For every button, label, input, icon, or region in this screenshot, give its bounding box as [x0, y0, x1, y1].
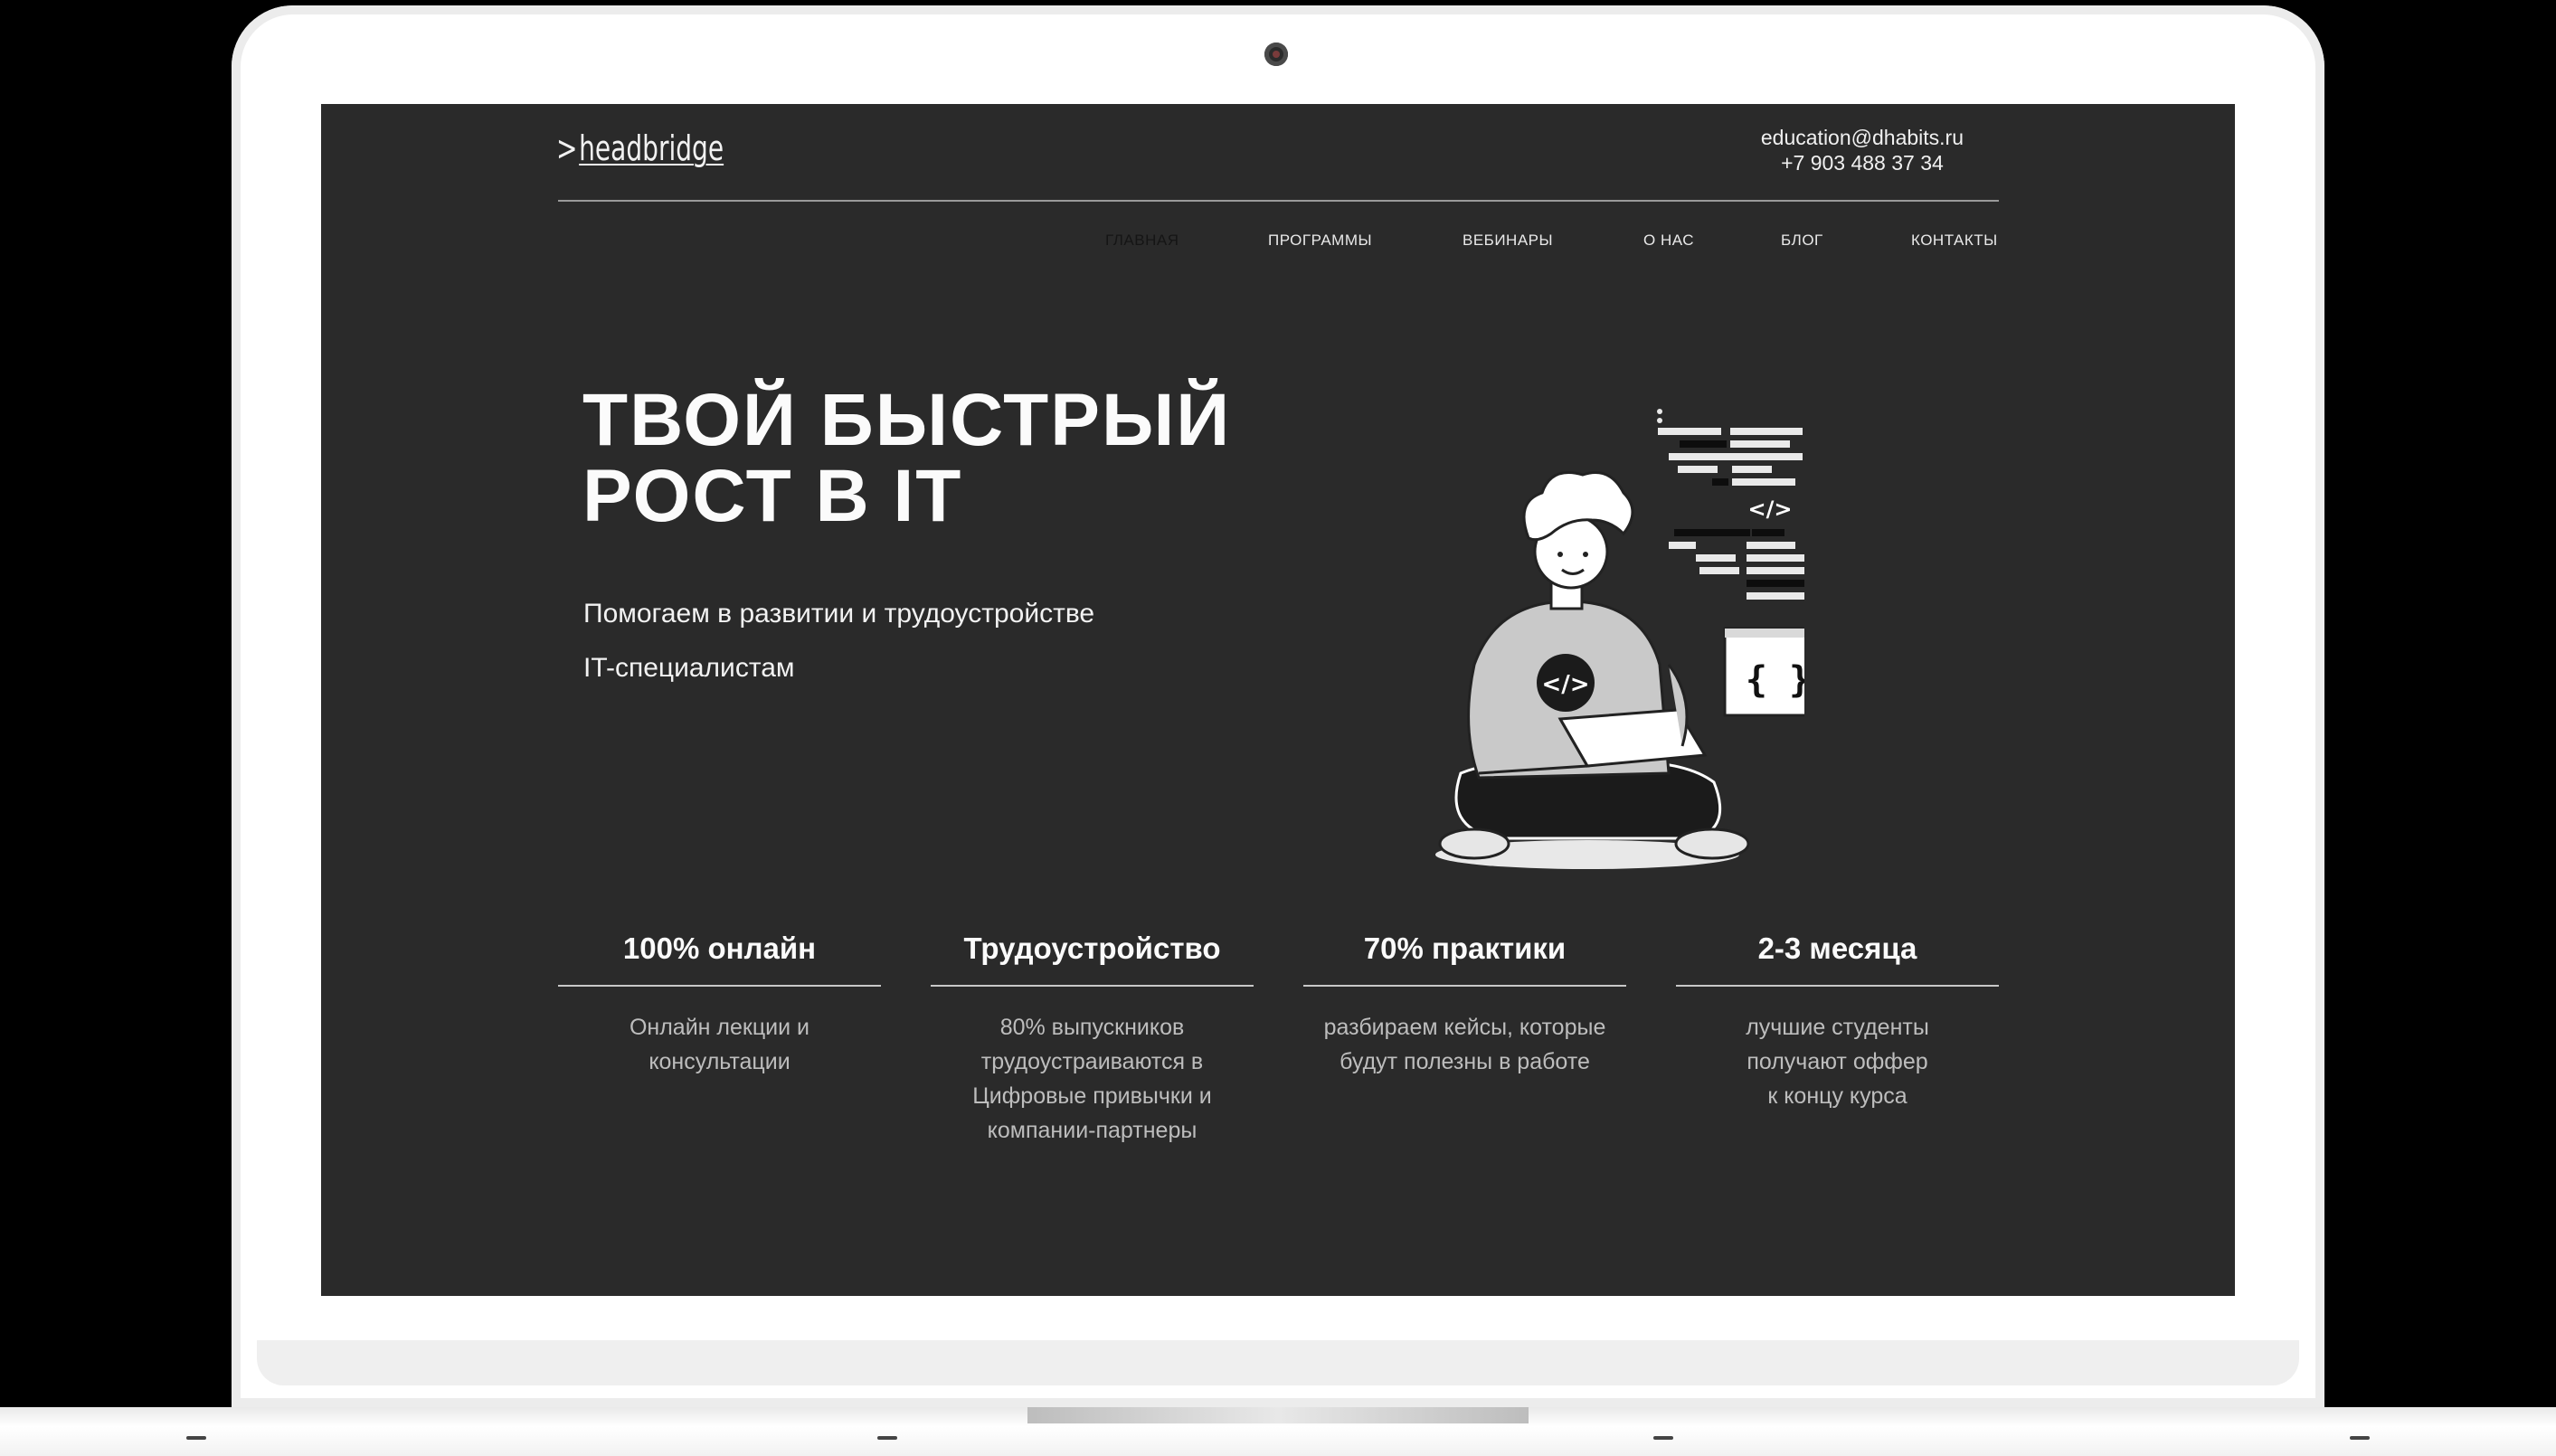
webcam-icon [1264, 43, 1288, 66]
logo-prefix: > [556, 128, 578, 168]
feature-description: 80% выпускников трудоустраиваются в Цифр… [931, 1010, 1254, 1148]
feature-divider [1676, 985, 1999, 987]
feature-desc-line: 80% выпускников [999, 1015, 1185, 1040]
feature-desc-line: консультации [648, 1049, 790, 1074]
feature-card: Трудоустройство 80% выпускников трудоуст… [931, 923, 1254, 1148]
hero-title-line: ТВОЙ БЫСТРЫЙ [582, 379, 1232, 461]
feature-description: Онлайн лекции и консультации [558, 1010, 881, 1079]
feature-desc-line: разбираем кейсы, которые [1323, 1015, 1606, 1040]
feature-description: лучшие студенты получают оффер к концу к… [1676, 1010, 1999, 1113]
svg-text:</>: </> [1541, 671, 1589, 698]
laptop-foot [877, 1436, 897, 1440]
header-divider [558, 200, 1999, 202]
laptop-hinge [1027, 1407, 1529, 1423]
laptop-bezel-bottom [257, 1340, 2299, 1385]
feature-desc-line: компании-партнеры [987, 1118, 1198, 1143]
feature-card: 70% практики разбираем кейсы, которые бу… [1303, 923, 1626, 1079]
laptop-foot [186, 1436, 206, 1440]
feature-card: 100% онлайн Онлайн лекции и консультации [558, 923, 881, 1079]
feature-desc-line: получают оффер [1747, 1049, 1928, 1074]
site-logo[interactable]: >headbridge [556, 128, 724, 168]
main-nav: ГЛАВНАЯ ПРОГРАММЫ ВЕБИНАРЫ О НАС БЛОГ КО… [321, 232, 2235, 268]
feature-desc-line: Цифровые привычки и [972, 1083, 1212, 1109]
code-tag-text: </> [1748, 496, 1793, 522]
feature-desc-line: лучшие студенты [1746, 1015, 1929, 1040]
feature-description: разбираем кейсы, которые будут полезны в… [1303, 1010, 1626, 1079]
feature-desc-line: трудоустраиваются в [980, 1049, 1204, 1074]
nav-item-about[interactable]: О НАС [1643, 232, 1694, 250]
nav-item-programs[interactable]: ПРОГРАММЫ [1268, 232, 1372, 250]
braces-text: { } [1746, 659, 1804, 701]
laptop-foot [1653, 1436, 1673, 1440]
contact-email[interactable]: education@dhabits.ru [1761, 125, 1964, 150]
developer-illustration-icon: </> </> {} [1435, 409, 1804, 869]
feature-desc-line: будут полезны в работе [1340, 1049, 1590, 1074]
hero-title: ТВОЙ БЫСТРЫЙ РОСТ В IT [582, 383, 1324, 534]
feature-title: Трудоустройство [963, 931, 1221, 965]
feature-title: 2-3 месяца [1757, 931, 1917, 965]
laptop-foot [2350, 1436, 2370, 1440]
feature-desc-line: к концу курса [1767, 1083, 1908, 1109]
header-contacts: education@dhabits.ru +7 903 488 37 34 [1761, 125, 1964, 175]
hero-subtitle: Помогаем в развитии и трудоустройстве IT… [583, 587, 1271, 695]
feature-card: 2-3 месяца лучшие студенты получают оффе… [1676, 923, 1999, 1113]
feature-desc-line: Онлайн лекции и [629, 1015, 810, 1040]
website-screen: >headbridge education@dhabits.ru +7 903 … [321, 104, 2235, 1296]
feature-divider [931, 985, 1254, 987]
logo-text: headbridge [579, 128, 724, 168]
hero-subtitle-line: IT-специалистам [583, 653, 795, 683]
feature-divider [558, 985, 881, 987]
nav-item-home[interactable]: ГЛАВНАЯ [1105, 232, 1179, 250]
nav-item-blog[interactable]: БЛОГ [1781, 232, 1823, 250]
nav-item-contacts[interactable]: КОНТАКТЫ [1911, 232, 1998, 250]
features-section: 100% онлайн Онлайн лекции и консультации… [558, 923, 2000, 1267]
contact-phone[interactable]: +7 903 488 37 34 [1761, 150, 1964, 175]
nav-item-webinars[interactable]: ВЕБИНАРЫ [1463, 232, 1553, 250]
feature-title: 70% практики [1363, 931, 1567, 965]
hero-title-line: РОСТ В IT [582, 455, 963, 537]
hero-subtitle-line: Помогаем в развитии и трудоустройстве [583, 599, 1095, 629]
feature-divider [1303, 985, 1626, 987]
feature-title: 100% онлайн [622, 931, 817, 965]
